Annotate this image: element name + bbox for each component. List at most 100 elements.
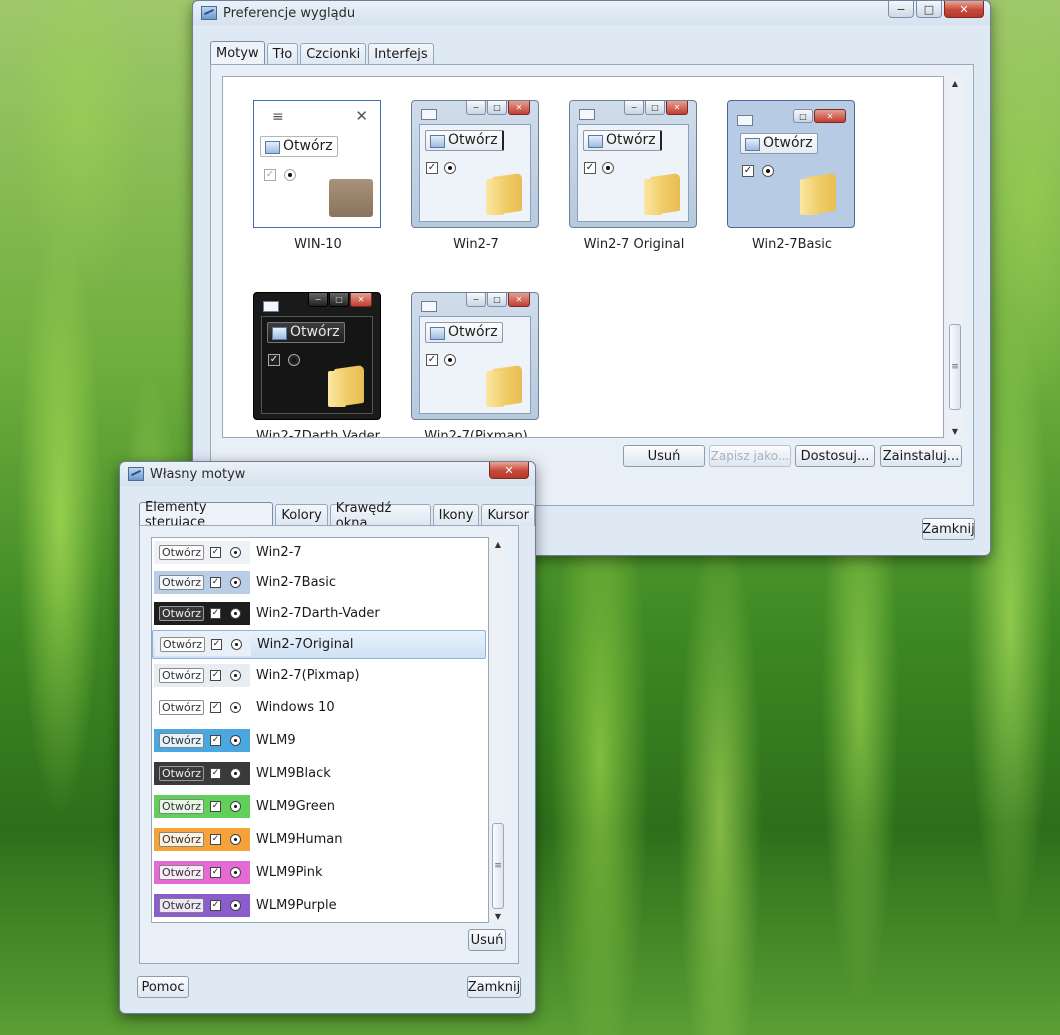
close-window-button[interactable]: Zamknij bbox=[922, 518, 975, 540]
radio-preview bbox=[288, 354, 300, 366]
tab-window-border[interactable]: Krawędź okna bbox=[329, 501, 431, 531]
checkbox-preview: ✓ bbox=[426, 162, 438, 174]
tab-cursor[interactable]: Kursor bbox=[481, 504, 535, 526]
checkbox-preview: ✓ bbox=[210, 735, 221, 746]
style-list-item[interactable]: Otwórz ✓ Win2-7Basic bbox=[152, 568, 486, 597]
menu-icon: ≡ bbox=[272, 109, 284, 125]
theme-name: Win2-7 Original bbox=[583, 237, 685, 252]
tab-fonts[interactable]: Czcionki bbox=[300, 43, 367, 65]
tab-colors[interactable]: Kolory bbox=[275, 504, 328, 526]
radio-preview bbox=[444, 354, 456, 366]
radio-preview bbox=[284, 169, 296, 181]
close-button[interactable]: ✕ bbox=[944, 1, 984, 18]
scroll-thumb[interactable]: ≡ bbox=[949, 324, 961, 410]
style-list-item[interactable]: Otwórz ✓ WLM9Pink bbox=[152, 858, 486, 887]
radio-preview bbox=[230, 670, 241, 681]
tab-icons[interactable]: Ikony bbox=[432, 504, 480, 526]
install-button[interactable]: Zainstaluj... bbox=[880, 445, 962, 467]
folder-icon bbox=[328, 365, 368, 407]
theme-name: Win2-7 bbox=[453, 237, 499, 252]
checkbox-preview: ✓ bbox=[210, 577, 221, 588]
help-button[interactable]: Pomoc bbox=[137, 976, 189, 998]
style-list-item[interactable]: Otwórz ✓ Win2-7Original bbox=[152, 630, 486, 659]
theme-tile[interactable]: − □ ✕ Otwórz ✓ Win2-7 Original bbox=[569, 100, 699, 252]
tab-theme[interactable]: Motyw bbox=[210, 41, 265, 65]
minimize-button[interactable]: − bbox=[888, 1, 914, 18]
scroll-down-arrow-icon[interactable]: ▼ bbox=[491, 909, 505, 923]
folder-icon bbox=[486, 365, 526, 407]
theme-tile[interactable]: − □ ✕ Otwórz ✓ Win2-7Darth Vader bbox=[253, 292, 383, 438]
radio-preview bbox=[230, 900, 241, 911]
radio-preview bbox=[230, 608, 241, 619]
open-button-preview: Otwórz bbox=[159, 799, 204, 814]
checkbox-preview: ✓ bbox=[210, 608, 221, 619]
scroll-up-arrow-icon[interactable]: ▲ bbox=[948, 76, 962, 90]
style-list-item[interactable]: Otwórz ✓ WLM9Purple bbox=[152, 891, 486, 920]
theme-tile[interactable]: − □ ✕ Otwórz ✓ Win2-7(Pixmap) bbox=[411, 292, 541, 438]
scroll-thumb[interactable]: ≡ bbox=[492, 823, 504, 909]
style-list-item[interactable]: Otwórz ✓ Win2-7 bbox=[152, 538, 486, 567]
radio-preview bbox=[231, 639, 242, 650]
theme-name: Win2-7Basic bbox=[751, 237, 833, 252]
theme-tile[interactable]: − □ ✕ Otwórz ✓ Win2-7 bbox=[411, 100, 541, 252]
radio-preview bbox=[230, 768, 241, 779]
checkbox-preview: ✓ bbox=[210, 867, 221, 878]
open-button-preview: Otwórz bbox=[159, 606, 204, 621]
style-list-item[interactable]: Otwórz ✓ WLM9Green bbox=[152, 792, 486, 821]
dialog-close-button[interactable]: ✕ bbox=[489, 462, 529, 479]
style-preview-swatch: Otwórz ✓ bbox=[154, 894, 250, 917]
style-list-item[interactable]: Otwórz ✓ Win2-7Darth-Vader bbox=[152, 599, 486, 628]
radio-preview bbox=[230, 867, 241, 878]
checkbox-preview: ✓ bbox=[742, 165, 754, 177]
open-button-preview: Otwórz bbox=[159, 766, 204, 781]
style-preview-swatch: Otwórz ✓ bbox=[155, 633, 251, 656]
open-button-preview: Otwórz bbox=[425, 130, 504, 151]
style-preview-swatch: Otwórz ✓ bbox=[154, 729, 250, 752]
checkbox-preview: ✓ bbox=[210, 900, 221, 911]
tab-controls[interactable]: Elementy sterujące bbox=[139, 500, 274, 530]
dialog-title: Własny motyw bbox=[150, 466, 246, 482]
open-button-preview: Otwórz bbox=[159, 700, 204, 715]
scroll-up-arrow-icon[interactable]: ▲ bbox=[491, 537, 505, 551]
style-name: WLM9Purple bbox=[256, 898, 337, 913]
save-as-button[interactable]: Zapisz jako... bbox=[709, 445, 791, 467]
remove-theme-button[interactable]: Usuń bbox=[623, 445, 705, 467]
scroll-down-arrow-icon[interactable]: ▼ bbox=[948, 424, 962, 438]
styles-list-scrollbar[interactable]: ▲ ≡ ▼ bbox=[491, 537, 505, 923]
folder-icon bbox=[486, 173, 526, 215]
open-button-preview: Otwórz bbox=[159, 545, 204, 560]
customize-button[interactable]: Dostosuj... bbox=[795, 445, 875, 467]
close-icon: ✕ bbox=[355, 107, 368, 125]
open-button-preview: Otwórz bbox=[159, 898, 204, 913]
maximize-button[interactable]: □ bbox=[916, 1, 942, 18]
checkbox-preview: ✓ bbox=[210, 768, 221, 779]
title-bar[interactable]: Preferencje wyglądu − □ ✕ bbox=[193, 1, 990, 25]
open-button-preview: Otwórz bbox=[740, 133, 818, 154]
theme-name: Win2-7(Pixmap) bbox=[424, 429, 528, 438]
style-name: WLM9Green bbox=[256, 799, 335, 814]
style-list-item[interactable]: Otwórz ✓ Win2-7(Pixmap) bbox=[152, 661, 486, 690]
tab-interface[interactable]: Interfejs bbox=[368, 43, 434, 65]
style-name: WLM9 bbox=[256, 733, 296, 748]
style-preview-swatch: Otwórz ✓ bbox=[154, 541, 250, 564]
window-icon bbox=[421, 109, 437, 120]
remove-style-button[interactable]: Usuń bbox=[468, 929, 506, 951]
checkbox-preview: ✓ bbox=[210, 547, 221, 558]
style-preview-swatch: Otwórz ✓ bbox=[154, 795, 250, 818]
checkbox-preview: ✓ bbox=[211, 639, 222, 650]
open-button-preview: Otwórz bbox=[159, 832, 204, 847]
tab-background[interactable]: Tło bbox=[266, 43, 299, 65]
style-list-item[interactable]: Otwórz ✓ WLM9Human bbox=[152, 825, 486, 854]
theme-tile[interactable]: □ ✕ Otwórz ✓ Win2-7Basic bbox=[727, 100, 857, 252]
dialog-title-bar[interactable]: Własny motyw ✕ bbox=[120, 462, 535, 486]
theme-tile[interactable]: ≡ ✕ Otwórz ✓ WIN-10 bbox=[253, 100, 383, 252]
theme-name: Win2-7Darth Vader bbox=[256, 429, 380, 438]
style-list-item[interactable]: Otwórz ✓ WLM9 bbox=[152, 726, 486, 755]
window-title: Preferencje wyglądu bbox=[223, 5, 356, 21]
style-list-item[interactable]: Otwórz ✓ Windows 10 bbox=[152, 693, 486, 722]
gallery-scrollbar[interactable]: ▲ ≡ ▼ bbox=[948, 76, 962, 438]
open-button-preview: Otwórz bbox=[160, 637, 205, 652]
dialog-close-window-button[interactable]: Zamknij bbox=[467, 976, 521, 998]
radio-preview bbox=[762, 165, 774, 177]
style-list-item[interactable]: Otwórz ✓ WLM9Black bbox=[152, 759, 486, 788]
